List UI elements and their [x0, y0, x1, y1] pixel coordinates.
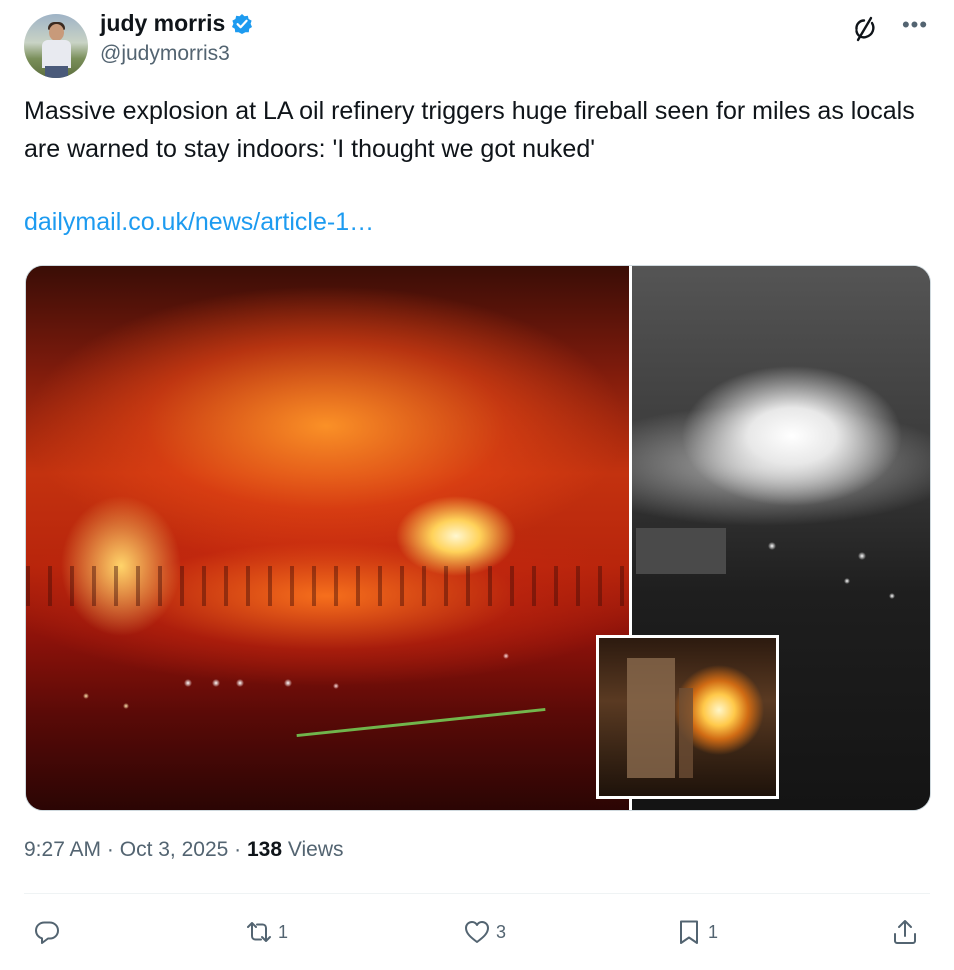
- repost-icon: [247, 922, 271, 942]
- meta-separator: ·: [228, 838, 247, 861]
- like-count: 3: [496, 921, 507, 942]
- share-icon: [894, 920, 916, 944]
- inset-explosion-photo[interactable]: [596, 635, 779, 799]
- bookmark-button[interactable]: 1: [674, 912, 718, 952]
- tweet-time[interactable]: 9:27 AM: [24, 838, 101, 861]
- avatar-legs: [45, 66, 68, 78]
- divider: [24, 893, 930, 894]
- heart-icon: [465, 921, 489, 943]
- avatar-shirt: [42, 40, 71, 68]
- refinery-fire-photo[interactable]: [26, 266, 629, 810]
- repost-button[interactable]: 1: [244, 912, 288, 952]
- tweet-date[interactable]: Oct 3, 2025: [120, 838, 229, 861]
- like-button[interactable]: 3: [462, 912, 506, 952]
- reply-icon: [35, 921, 59, 944]
- views-label: Views: [282, 838, 344, 861]
- tweet-meta: 9:27 AM · Oct 3, 2025 · 138 Views: [24, 838, 344, 862]
- redaction-box: [636, 528, 726, 574]
- bookmark-count: 1: [708, 921, 719, 942]
- tweet-text: Massive explosion at LA oil refinery tri…: [24, 97, 915, 163]
- tweet-link[interactable]: dailymail.co.uk/news/article-1…: [24, 208, 374, 237]
- inset-tower: [627, 658, 675, 778]
- tweet-header: judy morris @judymorris3 •••: [24, 10, 930, 78]
- avatar[interactable]: [24, 14, 88, 78]
- inset-tower-2: [679, 688, 693, 778]
- bookmark-icon: [680, 920, 698, 944]
- share-button[interactable]: [890, 912, 920, 952]
- grok-icon[interactable]: [850, 14, 880, 44]
- repost-count: 1: [278, 921, 289, 942]
- meta-separator: ·: [101, 838, 120, 861]
- city-lights: [26, 266, 629, 810]
- action-bar: 1 3 1: [24, 912, 930, 956]
- verified-badge-icon[interactable]: [231, 13, 253, 35]
- tweet-media[interactable]: [25, 265, 931, 811]
- handle[interactable]: @judymorris3: [100, 42, 230, 66]
- avatar-head: [49, 24, 64, 41]
- views-count: 138: [246, 838, 283, 861]
- reply-button[interactable]: [32, 912, 66, 952]
- display-name[interactable]: judy morris: [100, 10, 225, 37]
- name-row: judy morris: [100, 10, 253, 37]
- more-icon[interactable]: •••: [900, 14, 930, 40]
